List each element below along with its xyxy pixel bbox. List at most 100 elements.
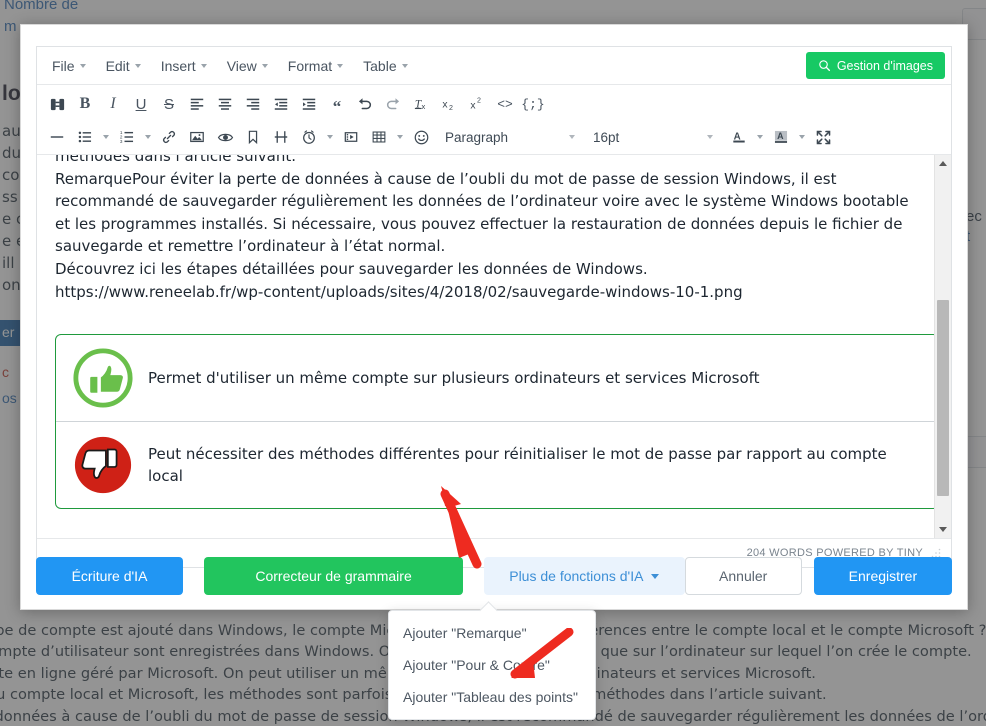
table-chevron-down-icon[interactable] bbox=[393, 123, 407, 151]
svg-text:2: 2 bbox=[477, 96, 481, 104]
horizontal-rule-icon[interactable] bbox=[43, 123, 71, 151]
scroll-down-button[interactable] bbox=[935, 521, 951, 538]
menu-edit-label: Edit bbox=[105, 57, 130, 74]
bullet-list-chevron-down-icon[interactable] bbox=[99, 123, 113, 151]
content-paragraph-3: Découvrez ici les étapes détaillées pour… bbox=[55, 259, 648, 278]
image-management-button[interactable]: Gestion d'images bbox=[805, 52, 945, 79]
anchor-icon[interactable] bbox=[239, 123, 267, 151]
superscript-icon[interactable]: x2 bbox=[463, 90, 491, 118]
source-code-icon[interactable]: <> bbox=[491, 90, 519, 118]
strikethrough-icon[interactable]: S bbox=[155, 90, 183, 118]
align-left-icon[interactable] bbox=[183, 90, 211, 118]
triangle-up-icon bbox=[939, 161, 947, 166]
more-ai-functions-button[interactable]: Plus de fonctions d'IA bbox=[484, 557, 685, 595]
bullet-list-icon[interactable] bbox=[71, 123, 99, 151]
dropdown-item-pour-contre[interactable]: Ajouter "Pour & Contre" bbox=[389, 649, 595, 681]
fullscreen-icon[interactable] bbox=[809, 123, 837, 151]
thumbs-up-icon bbox=[73, 348, 133, 408]
text-color-icon[interactable]: A bbox=[725, 123, 753, 151]
blockquote-icon[interactable]: “ bbox=[323, 88, 351, 120]
font-size-value: 16pt bbox=[593, 129, 620, 145]
menu-format[interactable]: Format bbox=[279, 54, 352, 78]
content-paragraph-2: RemarquePour éviter la perte de données … bbox=[55, 169, 914, 256]
cons-text: Peut nécessiter des méthodes différentes… bbox=[148, 444, 887, 486]
align-center-icon[interactable] bbox=[211, 90, 239, 118]
cancel-button[interactable]: Annuler bbox=[684, 557, 802, 595]
background-color-icon[interactable]: A bbox=[767, 123, 795, 151]
menu-file-label: File bbox=[52, 57, 75, 74]
page-break-icon[interactable] bbox=[267, 123, 295, 151]
dropdown-item-tableau-des-points[interactable]: Ajouter "Tableau des points" bbox=[389, 681, 595, 713]
editor-body[interactable]: méthodes dans l’article suivant. Remarqu… bbox=[37, 155, 951, 538]
more-ai-functions-label: Plus de fonctions d'IA bbox=[509, 568, 644, 584]
code-sample-icon[interactable]: {;} bbox=[519, 90, 547, 118]
menu-file[interactable]: File bbox=[43, 54, 95, 78]
content-paragraph-1: méthodes dans l’article suivant. bbox=[55, 155, 297, 165]
menu-edit[interactable]: Edit bbox=[97, 54, 150, 78]
subscript-icon[interactable]: x2 bbox=[435, 90, 463, 118]
redo-icon[interactable] bbox=[379, 90, 407, 118]
underline-icon[interactable]: U bbox=[127, 90, 155, 118]
svg-text:A: A bbox=[777, 131, 784, 141]
outdent-icon[interactable] bbox=[267, 90, 295, 118]
numbered-list-chevron-down-icon[interactable] bbox=[141, 123, 155, 151]
modal-footer: Écriture d'IA Correcteur de grammaire Pl… bbox=[36, 557, 953, 595]
preview-icon[interactable] bbox=[211, 123, 239, 151]
tinymce-editor: File Edit Insert View Format Table Gesti… bbox=[36, 46, 952, 568]
editor-toolbar-row-1: B I U S “ T x x 2 x 2 <> {;} bbox=[37, 85, 951, 120]
align-right-icon[interactable] bbox=[239, 90, 267, 118]
pros-text: Permet d'utiliser un même compte sur plu… bbox=[148, 368, 760, 387]
dropdown-item-remarque[interactable]: Ajouter "Remarque" bbox=[389, 617, 595, 649]
grammar-checker-button[interactable]: Correcteur de grammaire bbox=[204, 557, 464, 595]
italic-icon[interactable]: I bbox=[99, 90, 127, 118]
text-color-chevron-down-icon[interactable] bbox=[753, 123, 767, 151]
menu-insert[interactable]: Insert bbox=[152, 54, 216, 78]
block-format-select[interactable]: Paragraph bbox=[439, 124, 581, 150]
block-format-value: Paragraph bbox=[445, 129, 509, 145]
scroll-up-button[interactable] bbox=[935, 155, 951, 172]
chevron-down-icon bbox=[401, 63, 408, 68]
insert-datetime-icon[interactable] bbox=[295, 123, 323, 151]
menu-table[interactable]: Table bbox=[354, 54, 416, 78]
chevron-down-icon bbox=[200, 63, 207, 68]
chevron-down-icon bbox=[707, 135, 713, 139]
menu-view-label: View bbox=[226, 57, 257, 74]
ai-write-button[interactable]: Écriture d'IA bbox=[36, 557, 183, 595]
menu-view[interactable]: View bbox=[218, 54, 277, 78]
svg-text:2: 2 bbox=[449, 104, 453, 112]
menu-format-label: Format bbox=[287, 57, 333, 74]
svg-text:x: x bbox=[421, 102, 425, 111]
pros-cons-block[interactable]: Permet d'utiliser un même compte sur plu… bbox=[55, 334, 935, 510]
pros-row: Permet d'utiliser un même compte sur plu… bbox=[56, 335, 935, 421]
chevron-down-icon bbox=[651, 573, 660, 579]
editor-toolbar-row-2: 123 Paragraph 16pt A A bbox=[37, 120, 951, 155]
chevron-down-icon bbox=[134, 63, 141, 68]
menu-insert-label: Insert bbox=[160, 57, 196, 74]
media-icon[interactable] bbox=[337, 123, 365, 151]
table-icon[interactable] bbox=[365, 123, 393, 151]
editor-scrollbar[interactable] bbox=[934, 155, 951, 538]
search-replace-icon[interactable] bbox=[43, 90, 71, 118]
link-icon[interactable] bbox=[155, 123, 183, 151]
chevron-down-icon bbox=[569, 135, 575, 139]
scrollbar-thumb[interactable] bbox=[937, 300, 949, 496]
indent-icon[interactable] bbox=[295, 90, 323, 118]
clear-formatting-icon[interactable]: Tx bbox=[407, 90, 435, 118]
editor-content[interactable]: méthodes dans l’article suivant. Remarqu… bbox=[37, 155, 935, 538]
editor-menubar: File Edit Insert View Format Table Gesti… bbox=[37, 47, 951, 85]
background-color-chevron-down-icon[interactable] bbox=[795, 123, 809, 151]
numbered-list-icon[interactable]: 123 bbox=[113, 123, 141, 151]
undo-icon[interactable] bbox=[351, 90, 379, 118]
chevron-down-icon bbox=[79, 63, 86, 68]
search-icon bbox=[819, 60, 830, 72]
svg-text:x: x bbox=[470, 100, 476, 111]
datetime-chevron-down-icon[interactable] bbox=[323, 123, 337, 151]
save-button[interactable]: Enregistrer bbox=[813, 557, 953, 595]
font-size-select[interactable]: 16pt bbox=[587, 124, 719, 150]
emoticons-icon[interactable] bbox=[407, 123, 435, 151]
chevron-down-icon bbox=[337, 63, 344, 68]
content-paragraph-4: https://www.reneelab.fr/wp-content/uploa… bbox=[55, 282, 743, 301]
thumbs-down-icon bbox=[74, 437, 132, 494]
image-icon[interactable] bbox=[183, 123, 211, 151]
bold-icon[interactable]: B bbox=[71, 90, 99, 118]
